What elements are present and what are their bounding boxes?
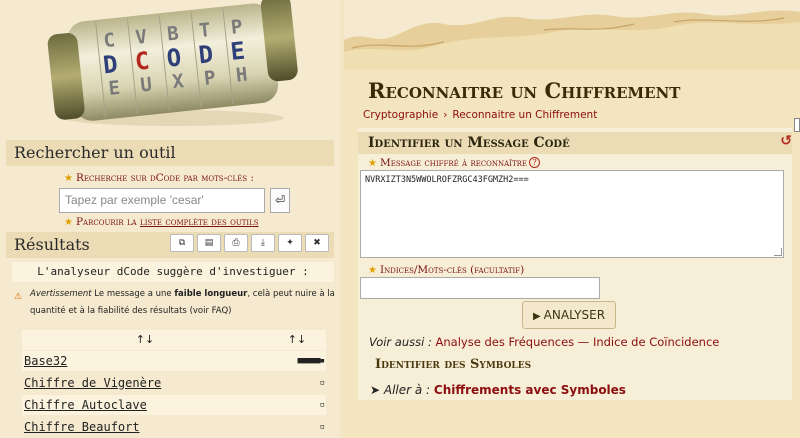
breadcrumb: Cryptographie › Reconnaitre un Chiffrement (363, 109, 597, 121)
search-section-title: Rechercher un outil (6, 140, 334, 166)
dcode-logo[interactable]: CVBTP EUXPH D C O D E (40, 0, 308, 130)
svg-text:H: H (235, 63, 249, 86)
score-bar: ▫ (319, 400, 326, 410)
refresh-icon[interactable]: ↺ (780, 133, 792, 149)
svg-text:V: V (134, 26, 148, 49)
search-hint-text: Recherche sur dCode par mots-clés : (75, 172, 254, 184)
analyse-label: ANALYSER (543, 308, 606, 322)
svg-text:T: T (198, 19, 212, 42)
warning-icon: ⚠ (14, 292, 23, 302)
score-bar: ▫ (319, 378, 326, 388)
search-hint: ★ Recherche sur dCode par mots-clés : (64, 172, 254, 184)
window-edge-control[interactable] (794, 118, 800, 132)
symbol-ciphers-link[interactable]: Chiffrements avec Symboles (434, 383, 626, 397)
warning-text: Le message a une (94, 289, 172, 299)
panel-title: Identifier un Message Codé (358, 132, 792, 154)
browse-prefix: Parcourir la (75, 216, 137, 228)
close-icon[interactable]: ✖ (305, 234, 329, 252)
go-to: ➤ Aller à : Chiffrements avec Symboles (370, 383, 626, 397)
save-icon[interactable]: ▤ (197, 234, 221, 252)
results-toolbar: ⧉ ▤ ⎙ ⤓ ✦ ✖ (170, 234, 329, 252)
main-content: Reconnaitre un Chiffrement Cryptographie… (344, 0, 800, 438)
message-label: ★ Message chiffré à reconnaître? (368, 157, 541, 169)
svg-text:B: B (166, 22, 180, 45)
analyst-suggestion: L'analyseur dCode suggère d'investiguer … (12, 262, 334, 282)
browse-tools: ★ Parcourir la liste complète des outils (64, 216, 259, 228)
svg-text:U: U (139, 74, 153, 97)
play-icon: ▶ (532, 311, 541, 322)
score-bar: ■■■■■▪ (297, 356, 324, 366)
star-icon: ★ (64, 173, 73, 184)
score-bar: ▫ (319, 422, 326, 432)
parchment-edge (344, 0, 800, 70)
browse-all-tools-link[interactable]: liste complète des outils (140, 216, 259, 228)
tool-panel: Identifier un Message Codé ↺ ★ Message ch… (358, 128, 792, 400)
table-row: Chiffre Autoclave ▫ (22, 395, 326, 415)
keywords-input[interactable] (360, 277, 600, 299)
results-table-header: ↑↓ ↑↓ (22, 330, 326, 350)
warning-bold: faible longueur (174, 289, 248, 299)
table-row: Chiffre Beaufort ▫ (22, 417, 326, 437)
sort-score-icon[interactable]: ↑↓ (268, 330, 326, 350)
sort-name-icon[interactable]: ↑↓ (22, 330, 268, 350)
star-icon: ★ (64, 217, 73, 228)
see-also-prefix: Voir aussi : (369, 335, 432, 349)
download-icon[interactable]: ⤓ (251, 234, 275, 252)
svg-text:P: P (203, 67, 217, 90)
coincidence-index-link[interactable]: Indice de Coïncidence (593, 335, 719, 349)
svg-text:E: E (108, 77, 122, 100)
table-row: Base32 ■■■■■▪ (22, 351, 326, 371)
search-input[interactable]: Tapez par exemple 'cesar' (59, 188, 265, 213)
table-row: Chiffre de Vigenère ▫ (22, 373, 326, 393)
message-label-text: Message chiffré à reconnaître (379, 157, 528, 169)
result-link[interactable]: Chiffre de Vigenère (24, 373, 161, 393)
svg-text:C: C (103, 29, 117, 52)
star-icon: ★ (368, 158, 377, 169)
pin-icon[interactable]: ✦ (278, 234, 302, 252)
see-also: Voir aussi : Analyse des Fréquences — In… (369, 335, 719, 349)
see-also-separator: — (577, 335, 590, 349)
goto-prefix: ➤ Aller à : (370, 383, 431, 397)
symbols-section-title: Identifier des Symboles (375, 357, 532, 372)
breadcrumb-item[interactable]: Reconnaitre un Chiffrement (452, 109, 597, 121)
cipher-text: NVRXIZT3N5WWOLROFZRGC43FGMZH2=== (365, 175, 529, 185)
page-title: Reconnaitre un Chiffrement (368, 78, 681, 103)
left-sidebar: CVBTP EUXPH D C O D E Rechercher un outi… (0, 0, 340, 438)
breadcrumb-item[interactable]: Cryptographie (363, 109, 438, 121)
result-link[interactable]: Chiffre Autoclave (24, 395, 147, 415)
length-warning: ⚠ Avertissement Le message a une faible … (12, 286, 336, 320)
svg-text:E: E (229, 37, 246, 66)
resize-handle-icon[interactable] (774, 248, 782, 256)
svg-text:P: P (230, 16, 244, 39)
enter-icon[interactable]: ⏎ (270, 188, 290, 213)
breadcrumb-separator: › (443, 109, 448, 121)
keys-label-text: Indices/Mots-clés (facultatif) (379, 264, 525, 276)
svg-text:C: C (134, 47, 151, 76)
result-link[interactable]: Base32 (24, 351, 67, 371)
svg-text:D: D (102, 50, 119, 79)
keys-label: ★ Indices/Mots-clés (facultatif) (368, 264, 524, 276)
cipher-textarea[interactable]: NVRXIZT3N5WWOLROFZRGC43FGMZH2=== (360, 170, 784, 258)
copy-icon[interactable]: ⧉ (170, 234, 194, 252)
result-link[interactable]: Chiffre Beaufort (24, 417, 140, 437)
svg-text:O: O (165, 43, 182, 72)
warning-label: Avertissement (30, 289, 92, 299)
print-icon[interactable]: ⎙ (224, 234, 248, 252)
svg-text:D: D (197, 40, 214, 69)
analyse-button[interactable]: ▶ ANALYSER (522, 301, 616, 329)
frequency-analysis-link[interactable]: Analyse des Fréquences (436, 335, 575, 349)
help-icon[interactable]: ? (529, 157, 541, 168)
star-icon: ★ (368, 265, 377, 276)
